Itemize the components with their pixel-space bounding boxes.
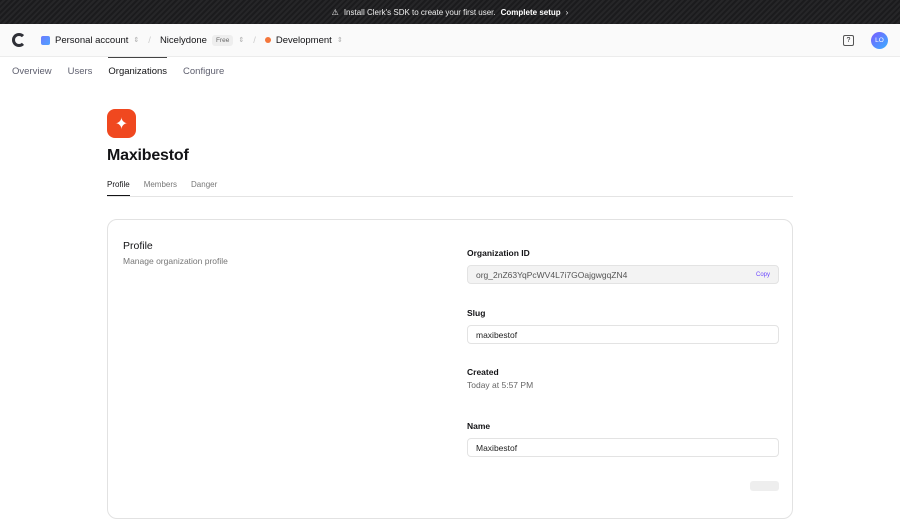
warning-icon: ⚠ [331, 7, 339, 17]
copy-button[interactable]: Copy [756, 272, 770, 278]
created-field: Created Today at 5:57 PM [467, 367, 779, 390]
app-name: Nicelydone [159, 34, 207, 46]
tab-danger[interactable]: Danger [191, 180, 217, 196]
clerk-logo[interactable] [12, 33, 26, 47]
tab-members[interactable]: Members [144, 180, 177, 196]
org-id-value: org_2nZ63YqPcWV4L7i7GOajgwgqZN4 [476, 269, 628, 280]
chevron-updown-icon: ⇕ [133, 37, 140, 44]
org-tabs: Profile Members Danger [107, 180, 793, 197]
name-field: Name Maxibestof [467, 421, 779, 457]
banner-text: Install Clerk's SDK to create your first… [343, 7, 496, 17]
help-icon[interactable]: ? [843, 34, 854, 46]
complete-setup-link[interactable]: Complete setup [501, 8, 561, 17]
created-value: Today at 5:57 PM [467, 380, 534, 390]
tab-organizations[interactable]: Organizations [100, 57, 175, 85]
org-logo-icon: ✦ [107, 109, 136, 138]
top-bar: Personal account ⇕ / Nicelydone Free ⇕ /… [0, 24, 900, 57]
main-nav: Overview Users Organizations Configure [0, 57, 900, 85]
account-name: Personal account [55, 34, 129, 46]
environment-switcher[interactable]: Development ⇕ [264, 34, 343, 46]
card-subtitle: Manage organization profile [123, 256, 228, 266]
separator: / [148, 34, 151, 46]
card-title: Profile [123, 240, 153, 252]
org-id-field: Organization ID org_2nZ63YqPcWV4L7i7GOaj… [467, 248, 779, 284]
slug-label: Slug [467, 308, 486, 318]
page-title: Maxibestof [107, 147, 189, 164]
org-id-input: org_2nZ63YqPcWV4L7i7GOajgwgqZN4 Copy [467, 265, 779, 284]
environment-dot-icon [264, 37, 271, 43]
chevron-updown-icon: ⇕ [336, 37, 343, 44]
separator: / [253, 34, 256, 46]
created-label: Created [467, 367, 499, 377]
org-detail: ✦ Maxibestof Profile Members Danger Prof… [107, 109, 793, 519]
account-switcher[interactable]: Personal account ⇕ [41, 35, 139, 46]
environment-name: Development [275, 34, 332, 46]
slug-field: Slug maxibestof [467, 308, 779, 344]
org-id-label: Organization ID [467, 248, 530, 258]
app-switcher[interactable]: Nicelydone Free ⇕ [159, 34, 245, 46]
name-label: Name [467, 421, 491, 431]
tab-configure[interactable]: Configure [175, 57, 232, 85]
plan-badge: Free [211, 34, 234, 46]
tab-overview[interactable]: Overview [12, 57, 60, 85]
tab-profile[interactable]: Profile [107, 180, 130, 196]
profile-card: Profile Manage organization profile Orga… [107, 219, 793, 519]
slug-input[interactable]: maxibestof [467, 325, 779, 344]
avatar[interactable]: LO [871, 31, 888, 49]
tab-users[interactable]: Users [60, 57, 101, 85]
chevron-right-icon: › [565, 7, 569, 17]
setup-banner: ⚠ Install Clerk's SDK to create your fir… [0, 0, 900, 24]
name-input[interactable]: Maxibestof [467, 438, 779, 457]
chevron-updown-icon: ⇕ [238, 37, 245, 44]
account-icon [41, 35, 50, 45]
partial-button[interactable] [750, 481, 779, 491]
